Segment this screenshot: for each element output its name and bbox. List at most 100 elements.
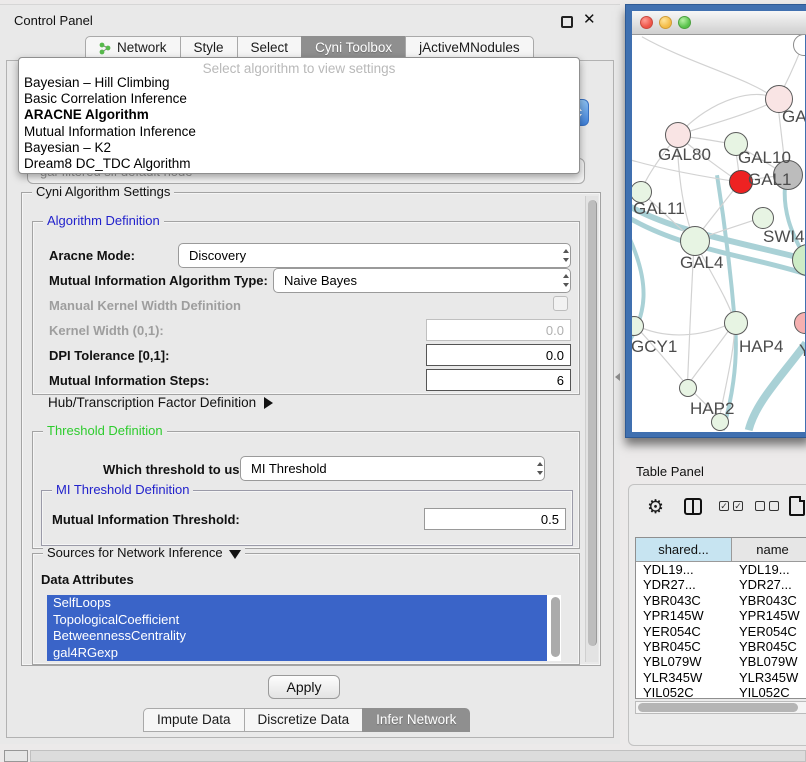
list-item[interactable]: TopologicalCoefficient — [47, 612, 547, 629]
kernel-width-input[interactable] — [426, 319, 571, 341]
mi-threshold-input[interactable] — [424, 508, 566, 530]
list-item[interactable]: SelfLoops — [47, 595, 547, 612]
dropdown-item[interactable]: Bayesian – Hill Climbing — [19, 75, 579, 91]
which-threshold-label: Which threshold to use: — [103, 462, 251, 477]
node-label: GAL80 — [658, 145, 711, 165]
network-icon — [99, 42, 112, 55]
mac-close-icon[interactable] — [640, 16, 653, 29]
table-row[interactable]: YLR345WYLR345W9. — [636, 670, 806, 685]
group-title: Cyni Algorithm Settings — [32, 185, 174, 199]
column-header-shared-name[interactable]: shared... — [636, 538, 732, 561]
dropdown-item[interactable]: Dream8 DC_TDC Algorithm — [19, 156, 579, 172]
bottom-tab-bar: Impute Data Discretize Data Infer Networ… — [144, 708, 470, 732]
table-header-row: shared... name A — [636, 538, 806, 562]
table-toolbar: ⚙ ✓ ✓ — [629, 495, 806, 525]
mi-steps-input[interactable] — [426, 369, 571, 391]
checked-checkbox-icon[interactable]: ✓ — [733, 501, 743, 511]
dropdown-item[interactable]: Bayesian – K2 — [19, 140, 579, 156]
collapsed-panel-button[interactable] — [4, 750, 28, 762]
apply-button[interactable]: Apply — [268, 675, 340, 699]
network-node-hap2[interactable] — [679, 379, 697, 397]
dropdown-item[interactable]: Mutual Information Inference — [19, 124, 579, 140]
unchecked-checkbox-icon[interactable] — [755, 501, 765, 511]
mac-minimize-icon[interactable] — [659, 16, 672, 29]
table-row[interactable]: YPR145WYPR145W9. — [636, 608, 806, 623]
network-node-swi4[interactable] — [752, 207, 774, 229]
table-panel: ⚙ ✓ ✓ shared... name A YDL19...YDL19...1… — [628, 484, 806, 746]
close-window-icon[interactable]: ✕ — [583, 10, 596, 28]
aracne-mode-label: Aracne Mode: — [49, 248, 135, 263]
node-label: GAL11 — [633, 199, 685, 219]
manual-kernel-checkbox[interactable] — [553, 296, 568, 311]
node-table[interactable]: shared... name A YDL19...YDL19...13 YDR2… — [635, 537, 806, 699]
data-attributes-list: SelfLoops TopologicalCoefficient Between… — [47, 595, 561, 661]
kernel-width-label: Kernel Width (0,1): — [49, 323, 164, 338]
node-label: GAL — [782, 107, 805, 127]
table-row[interactable]: YIL052CYIL052C9 — [636, 685, 806, 699]
mi-threshold-group: MI Threshold Definition Mutual Informati… — [41, 490, 573, 546]
bottom-bar — [30, 750, 806, 762]
control-panel-title: Control Panel — [14, 13, 93, 28]
node-label: HAP2 — [690, 399, 734, 419]
group-title: Threshold Definition — [43, 424, 167, 438]
network-view-window: GAL GAL80 GAL10 GAL1 GAL11 SWI4 GAL4 GCY… — [625, 4, 806, 438]
table-row[interactable]: YBL079WYBL079W — [636, 654, 806, 669]
hub-definition-expander[interactable]: Hub/Transcription Factor Definition — [48, 395, 273, 410]
gear-icon[interactable]: ⚙ — [647, 496, 664, 519]
tab-discretize-data[interactable]: Discretize Data — [244, 708, 364, 732]
list-item[interactable]: gal4RGexp — [47, 645, 547, 662]
sources-group: Sources for Network Inference Data Attri… — [32, 553, 580, 665]
dpi-tolerance-label: DPI Tolerance [0,1]: — [49, 348, 169, 363]
collapse-down-icon — [229, 550, 241, 559]
table-horizontal-scrollbar[interactable] — [635, 701, 806, 714]
manual-kernel-label: Manual Kernel Width Definition — [49, 298, 241, 313]
float-window-icon[interactable] — [561, 16, 573, 28]
network-node-hap4[interactable] — [724, 311, 748, 335]
table-row[interactable]: YDR27...YDR27...12 — [636, 577, 806, 592]
table-row[interactable]: YBR045CYBR045C9. — [636, 639, 806, 654]
threshold-definition-group: Threshold Definition Which threshold to … — [32, 431, 580, 549]
mi-type-label: Mutual Information Algorithm Type: — [49, 273, 268, 288]
node-label: GAL4 — [680, 253, 723, 273]
group-title: Algorithm Definition — [43, 214, 164, 228]
node-label: SWI4 — [763, 227, 805, 247]
node-label: Y — [799, 341, 805, 361]
unchecked-checkbox-icon[interactable] — [769, 501, 779, 511]
list-item[interactable]: BetweennessCentrality — [47, 628, 547, 645]
mac-zoom-icon[interactable] — [678, 16, 691, 29]
dropdown-item[interactable]: Basic Correlation Inference — [19, 91, 579, 107]
data-attributes-label: Data Attributes — [41, 572, 134, 587]
table-row[interactable]: YDL19...YDL19...13 — [636, 562, 806, 577]
which-threshold-combobox[interactable]: MI Threshold — [240, 456, 545, 481]
network-node-gal4[interactable] — [680, 226, 710, 256]
tab-label: Network — [117, 37, 167, 59]
tab-infer-network[interactable]: Infer Network — [362, 708, 470, 732]
column-header-name[interactable]: name — [732, 538, 806, 561]
algorithm-dropdown-popup: Select algorithm to view settings Bayesi… — [18, 57, 580, 174]
tab-impute-data[interactable]: Impute Data — [143, 708, 245, 732]
node-label: HAP4 — [739, 337, 783, 357]
checked-checkbox-icon[interactable]: ✓ — [719, 501, 729, 511]
aracne-mode-combobox[interactable]: Discovery — [178, 243, 571, 268]
table-panel-title: Table Panel — [636, 464, 704, 479]
table-row[interactable]: YER054CYER054C8. — [636, 624, 806, 639]
list-scrollbar[interactable] — [551, 597, 560, 657]
mi-threshold-label: Mutual Information Threshold: — [52, 512, 240, 527]
sources-expander[interactable]: Sources for Network Inference — [43, 546, 245, 560]
network-canvas[interactable]: GAL GAL80 GAL10 GAL1 GAL11 SWI4 GAL4 GCY… — [632, 35, 805, 432]
document-icon[interactable] — [789, 496, 805, 516]
control-panel-window: Control Panel ✕ Network Style Select Cyn… — [0, 4, 620, 744]
table-row[interactable]: YBR043CYBR043C — [636, 593, 806, 608]
split-columns-icon[interactable] — [684, 498, 702, 515]
dpi-tolerance-input[interactable] — [426, 344, 571, 366]
collapse-right-icon — [264, 397, 273, 409]
algorithm-definition-group: Algorithm Definition Aracne Mode: Discov… — [32, 221, 580, 395]
settings-scrollbar[interactable] — [585, 196, 598, 662]
cyni-algorithm-settings-group: Cyni Algorithm Settings Algorithm Defini… — [21, 192, 601, 666]
mi-steps-label: Mutual Information Steps: — [49, 373, 209, 388]
dropdown-item-selected[interactable]: ARACNE Algorithm — [19, 107, 579, 123]
group-title: MI Threshold Definition — [52, 483, 193, 497]
panel-splitter-handle[interactable] — [615, 373, 620, 381]
node-label: GAL1 — [748, 170, 791, 190]
mi-type-combobox[interactable]: Naive Bayes — [273, 268, 571, 293]
